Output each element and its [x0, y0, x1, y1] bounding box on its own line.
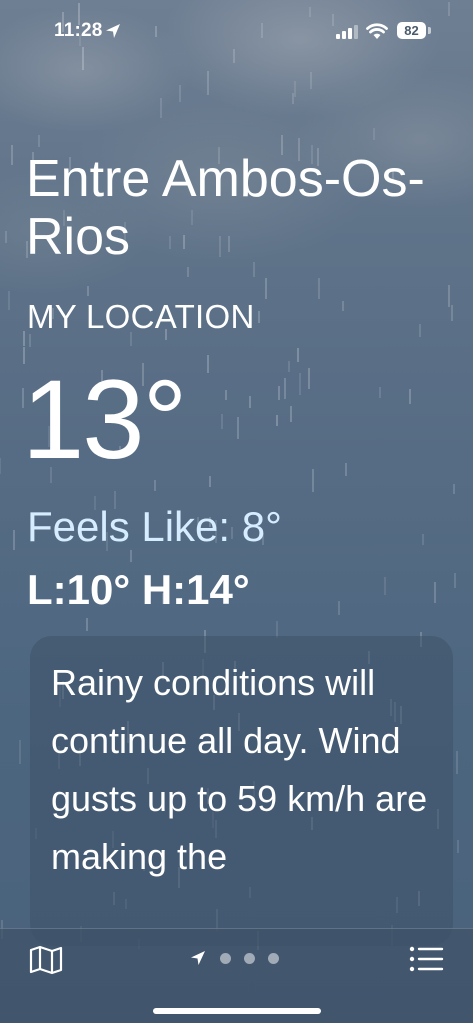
city-name: Entre Ambos-Os-Rios	[26, 150, 425, 266]
location-arrow-icon	[106, 24, 120, 38]
my-location-label: MY LOCATION	[27, 298, 255, 335]
cellular-signal-icon	[336, 25, 358, 39]
forecast-summary-text: Rainy conditions will continue all day. …	[51, 662, 428, 877]
bottom-toolbar	[0, 928, 473, 1023]
weather-screen: 11:28 82 Entre Ambos-Os-Rios MY LOCATION…	[0, 0, 473, 1023]
wifi-icon	[366, 23, 388, 39]
page-dot[interactable]	[220, 953, 231, 964]
status-time: 11:28	[54, 20, 103, 41]
map-icon[interactable]	[28, 945, 64, 975]
home-indicator[interactable]	[153, 1008, 321, 1014]
page-indicator[interactable]	[190, 949, 290, 969]
battery-tip	[428, 27, 431, 34]
feels-like: Feels Like: 8°	[27, 503, 282, 550]
battery-icon: 82	[397, 22, 433, 40]
status-bar: 11:28 82	[0, 0, 473, 62]
list-icon[interactable]	[408, 945, 444, 973]
page-dot[interactable]	[268, 953, 279, 964]
page-dot[interactable]	[244, 953, 255, 964]
battery-level: 82	[397, 22, 426, 39]
low-high-temperature: L:10° H:14°	[27, 566, 250, 613]
forecast-summary-card[interactable]: Rainy conditions will continue all day. …	[30, 636, 453, 946]
current-temperature: 13°	[22, 357, 187, 482]
location-arrow-icon	[191, 951, 205, 965]
